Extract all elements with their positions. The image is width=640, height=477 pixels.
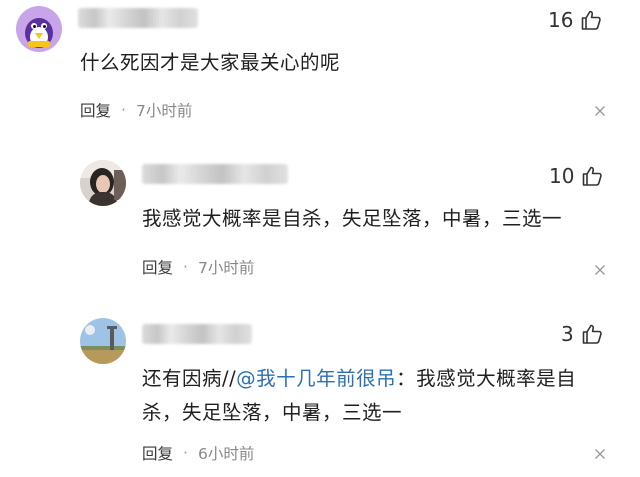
timestamp: 7小时前 xyxy=(197,259,255,277)
comment-meta: 回复 · 6小时前 xyxy=(142,442,254,464)
comment-thread: 16 什么死因才是大家最关心的呢 回复 · 7小时前 10 我感觉大概率是自杀，… xyxy=(0,0,640,477)
timestamp: 7小时前 xyxy=(135,102,193,120)
like-button[interactable]: 16 xyxy=(548,8,603,32)
comment-text: 我感觉大概率是自杀，失足坠落，中暑，三选一 xyxy=(142,207,563,230)
username-blurred xyxy=(78,8,198,28)
like-count: 16 xyxy=(548,8,574,32)
reply-item: 10 我感觉大概率是自杀，失足坠落，中暑，三选一 回复 · 7小时前 xyxy=(0,150,640,300)
close-icon xyxy=(595,106,605,116)
like-count: 10 xyxy=(549,164,575,188)
close-button[interactable] xyxy=(594,105,606,117)
like-button[interactable]: 10 xyxy=(549,164,604,188)
like-button[interactable]: 3 xyxy=(561,322,604,346)
comment-text-line: 还有因病//@我十几年前很吊：我感觉大概率是自 xyxy=(142,362,612,396)
comment-item: 16 什么死因才是大家最关心的呢 回复 · 7小时前 xyxy=(0,0,640,140)
close-icon xyxy=(595,449,605,459)
username-blurred xyxy=(142,324,252,344)
reply-button[interactable]: 回复 xyxy=(142,442,173,464)
comment-text: 什么死因才是大家最关心的呢 xyxy=(80,51,341,74)
meta-separator: · xyxy=(183,258,188,276)
penguin-avatar-icon xyxy=(16,6,62,52)
reply-item: 3 还有因病//@我十几年前很吊：我感觉大概率是自 杀，失足坠落，中暑，三选一 … xyxy=(0,308,640,477)
meta-separator: · xyxy=(183,444,188,462)
meta-separator: · xyxy=(121,101,126,119)
thumbs-up-icon xyxy=(582,10,602,30)
close-button[interactable] xyxy=(594,448,606,460)
comment-meta: 回复 · 7小时前 xyxy=(80,99,192,121)
like-count: 3 xyxy=(561,322,574,346)
reply-button[interactable]: 回复 xyxy=(80,99,111,121)
mention-link[interactable]: @我十几年前很吊 xyxy=(236,367,396,390)
comment-text-segment: 还有因病// xyxy=(142,367,237,390)
person-photo-avatar-icon xyxy=(80,160,126,206)
timestamp: 6小时前 xyxy=(197,445,255,463)
avatar[interactable] xyxy=(80,160,126,206)
thumbs-up-icon xyxy=(583,166,603,186)
close-button[interactable] xyxy=(594,264,606,276)
comment-text: 还有因病//@我十几年前很吊：我感觉大概率是自 杀，失足坠落，中暑，三选一 xyxy=(142,362,612,430)
comment-meta: 回复 · 7小时前 xyxy=(142,256,254,278)
avatar[interactable] xyxy=(80,318,126,364)
reply-button[interactable]: 回复 xyxy=(142,256,173,278)
landscape-avatar-icon xyxy=(80,318,126,364)
comment-text-segment: ：我感觉大概率是自 xyxy=(396,367,577,390)
comment-text-line: 杀，失足坠落，中暑，三选一 xyxy=(142,401,403,424)
thumbs-up-icon xyxy=(582,324,602,344)
username-blurred xyxy=(142,164,288,184)
close-icon xyxy=(595,265,605,275)
avatar[interactable] xyxy=(16,6,62,52)
